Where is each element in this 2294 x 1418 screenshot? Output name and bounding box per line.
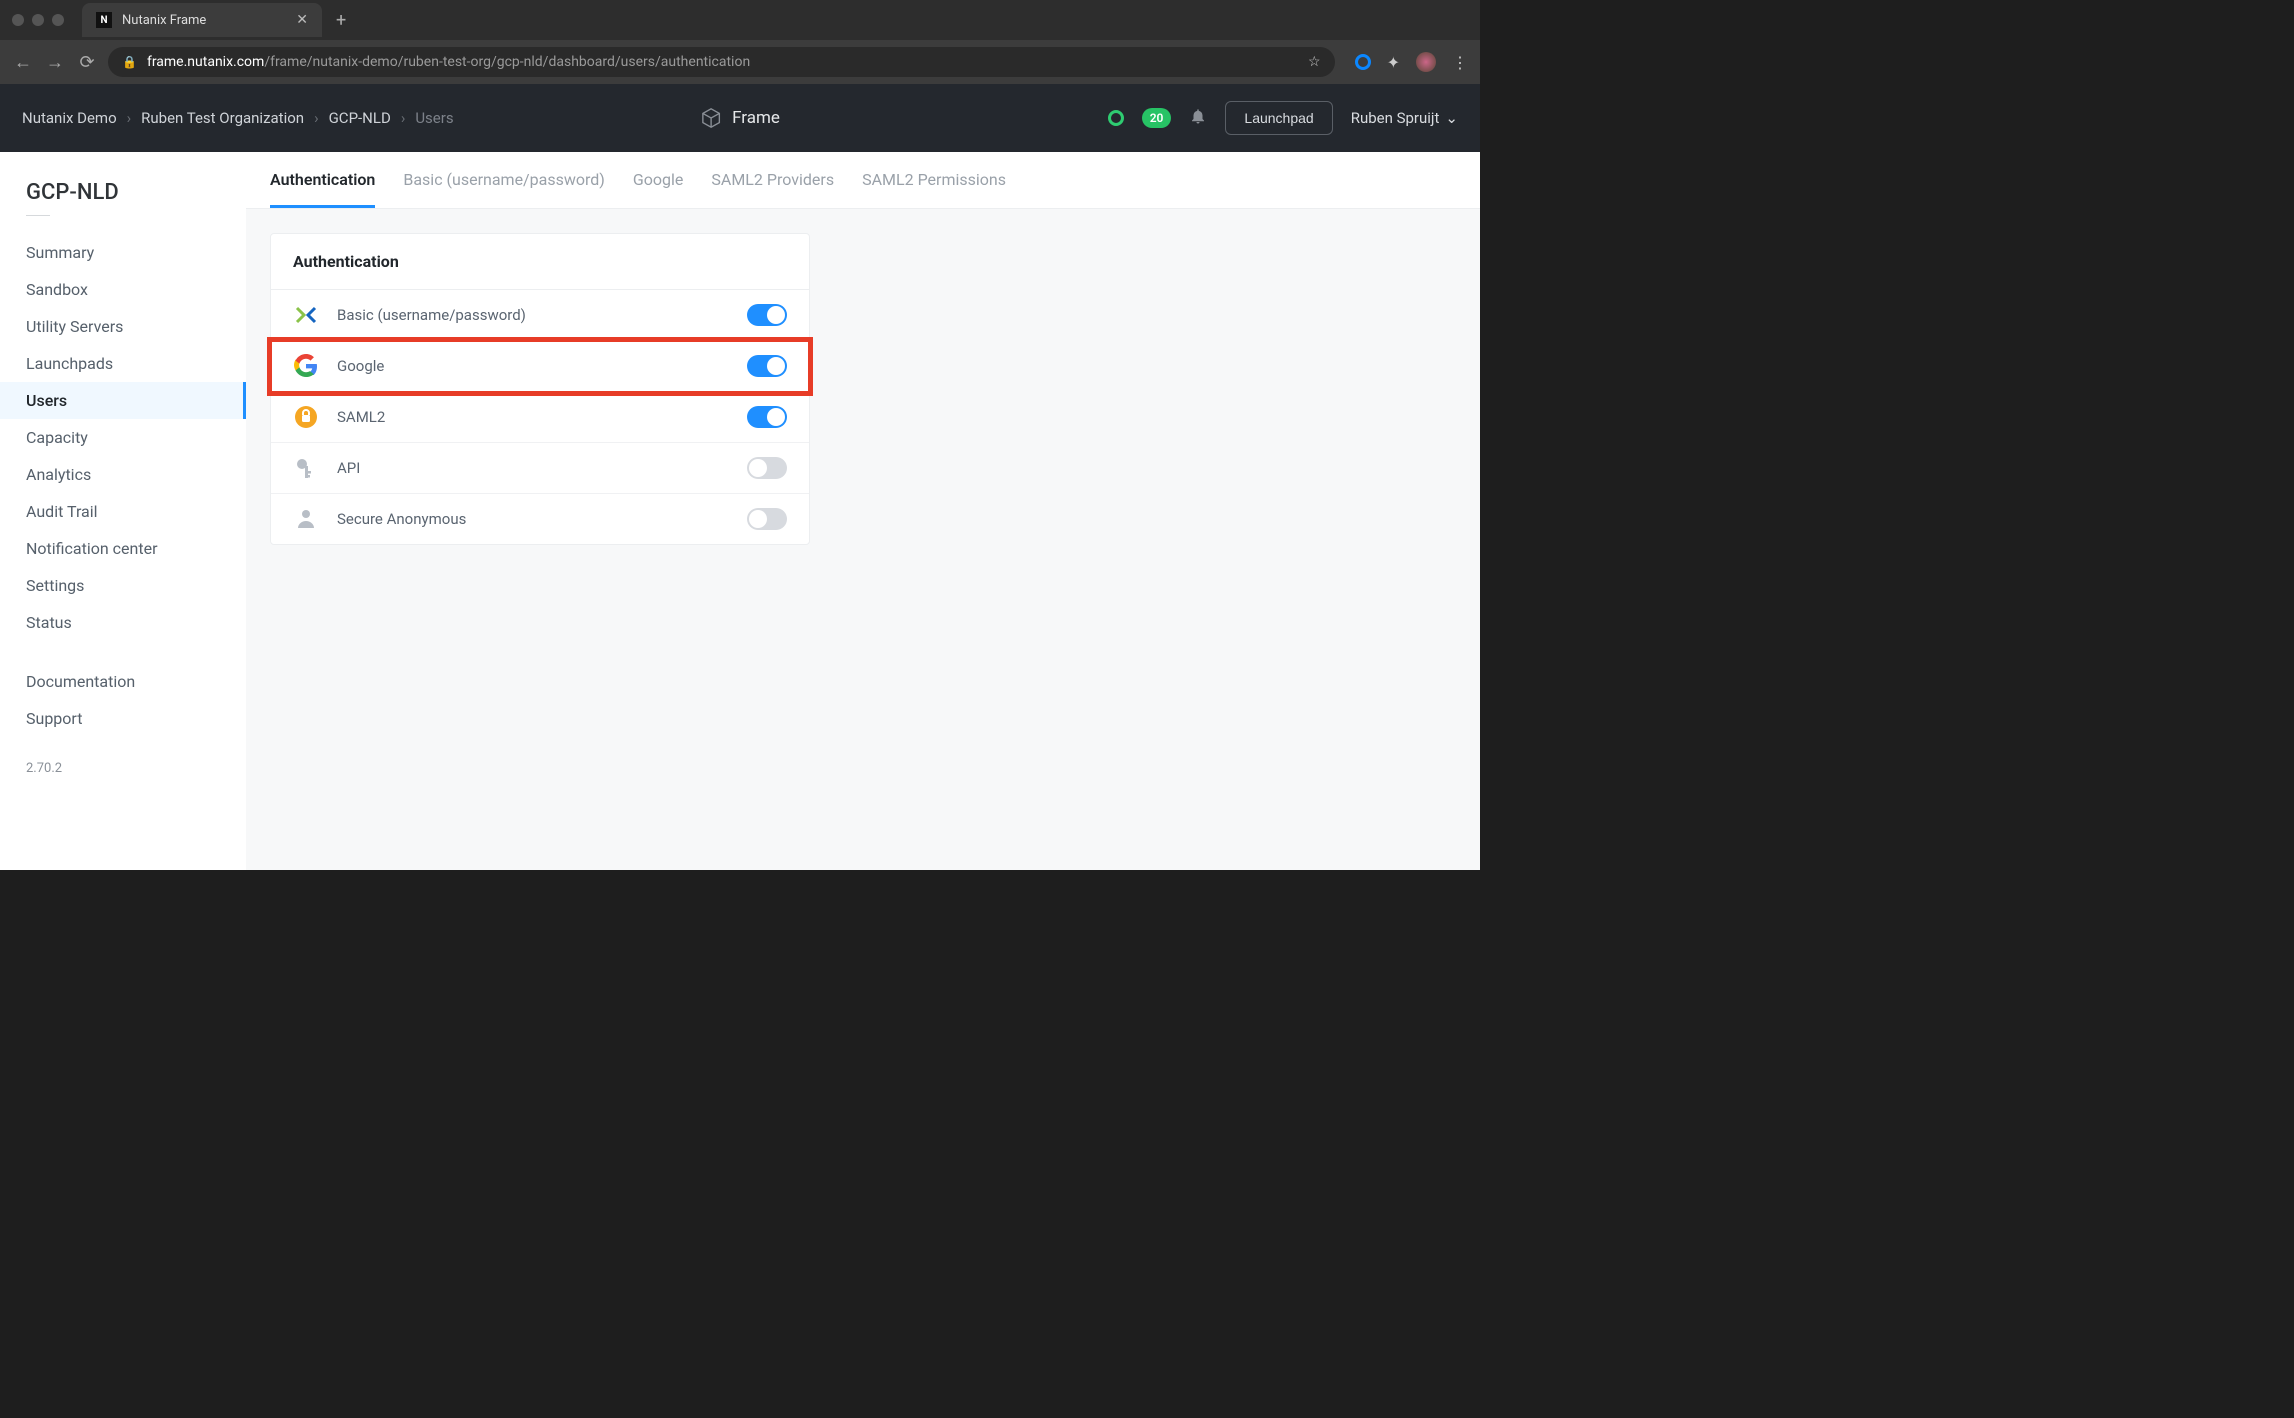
status-ring-icon[interactable] [1108,110,1124,126]
page-title: GCP-NLD [0,180,246,215]
traffic-lights [12,14,64,26]
window-max-dot[interactable] [52,14,64,26]
sidebar-item-analytics[interactable]: Analytics [0,456,246,493]
tabs: Authentication Basic (username/password) G… [246,152,1480,209]
sidebar-item-support[interactable]: Support [0,700,246,737]
crumb-2[interactable]: GCP-NLD [329,109,391,127]
provider-label: API [337,459,729,477]
sidebar-item-launchpads[interactable]: Launchpads [0,345,246,382]
profile-avatar-icon[interactable] [1416,52,1436,72]
sidebar-item-utility-servers[interactable]: Utility Servers [0,308,246,345]
provider-label: Secure Anonymous [337,510,729,528]
back-button[interactable]: ← [12,52,34,73]
sidebar: GCP-NLD SummarySandboxUtility ServersLau… [0,152,246,870]
sidebar-item-status[interactable]: Status [0,604,246,641]
auth-row-secure-anonymous: Secure Anonymous [271,494,809,544]
breadcrumb: Nutanix Demo › Ruben Test Organization ›… [22,109,454,127]
chevron-down-icon: ⌄ [1445,109,1458,127]
tab-google[interactable]: Google [633,170,684,208]
window-close-dot[interactable] [12,14,24,26]
tab-saml2-permissions[interactable]: SAML2 Permissions [862,170,1006,208]
crumb-0[interactable]: Nutanix Demo [22,109,117,127]
close-tab-icon[interactable]: ✕ [296,12,308,28]
window-min-dot[interactable] [32,14,44,26]
sidebar-item-settings[interactable]: Settings [0,567,246,604]
star-icon[interactable]: ☆ [1308,54,1321,70]
tab-basic-username-password-[interactable]: Basic (username/password) [403,170,605,208]
google-icon [293,353,319,379]
sidebar-item-notification-center[interactable]: Notification center [0,530,246,567]
browser-chrome: N Nutanix Frame ✕ + ← → ⟳ 🔒 frame.nutani… [0,0,1480,84]
user-name: Ruben Spruijt [1351,109,1440,127]
tab-saml2-providers[interactable]: SAML2 Providers [711,170,834,208]
url-input[interactable]: 🔒 frame.nutanix.com/frame/nutanix-demo/r… [108,47,1335,77]
tab-title: Nutanix Frame [122,13,206,28]
extension-ring-icon[interactable] [1355,54,1371,70]
sidebar-item-documentation[interactable]: Documentation [0,663,246,700]
crumb-3[interactable]: Users [415,109,453,127]
auth-row-basic-username-password-: Basic (username/password) [271,290,809,341]
card-title: Authentication [271,234,809,290]
auth-row-api: API [271,443,809,494]
url-host: frame.nutanix.com [147,54,264,70]
cube-icon [700,107,722,129]
main-panel: Authentication Basic (username/password) G… [246,152,1480,870]
bell-icon[interactable] [1189,107,1207,130]
auth-row-saml2: SAML2 [271,392,809,443]
brand-label: Frame [732,108,780,128]
toggle-basic-username-password-[interactable] [747,304,787,326]
brand[interactable]: Frame [700,107,780,129]
version-label: 2.70.2 [0,737,246,800]
favicon-icon: N [96,12,112,28]
toggle-secure-anonymous[interactable] [747,508,787,530]
toggle-saml2[interactable] [747,406,787,428]
provider-label: Google [337,357,729,375]
tab-bar: N Nutanix Frame ✕ + [0,0,1480,40]
nutanix-icon [293,302,319,328]
crumb-1[interactable]: Ruben Test Organization [141,109,304,127]
toggle-google[interactable] [747,355,787,377]
auth-row-google: Google [271,341,809,392]
launchpad-button[interactable]: Launchpad [1225,101,1332,135]
url-path: /frame/nutanix-demo/ruben-test-org/gcp-n… [264,54,750,70]
user-menu[interactable]: Ruben Spruijt ⌄ [1351,109,1458,127]
sidebar-item-sandbox[interactable]: Sandbox [0,271,246,308]
user-icon [293,506,319,532]
sidebar-item-users[interactable]: Users [0,382,246,419]
forward-button[interactable]: → [44,52,66,73]
sidebar-item-summary[interactable]: Summary [0,234,246,271]
sidebar-item-capacity[interactable]: Capacity [0,419,246,456]
browser-menu-icon[interactable]: ⋮ [1452,53,1468,72]
sidebar-item-audit-trail[interactable]: Audit Trail [0,493,246,530]
saml-icon [293,404,319,430]
provider-label: SAML2 [337,408,729,426]
browser-tab[interactable]: N Nutanix Frame ✕ [82,3,322,37]
new-tab-button[interactable]: + [336,10,346,31]
lock-icon: 🔒 [122,55,137,69]
toggle-api[interactable] [747,457,787,479]
provider-label: Basic (username/password) [337,306,729,324]
status-badge[interactable]: 20 [1142,108,1172,128]
extensions-icon[interactable]: ✦ [1387,53,1400,72]
address-bar: ← → ⟳ 🔒 frame.nutanix.com/frame/nutanix-… [0,40,1480,84]
key-icon [293,455,319,481]
reload-button[interactable]: ⟳ [76,52,98,73]
content: GCP-NLD SummarySandboxUtility ServersLau… [0,152,1480,870]
tab-authentication[interactable]: Authentication [270,170,375,208]
auth-card: Authentication Basic (username/password)… [270,233,810,545]
app-header: Nutanix Demo › Ruben Test Organization ›… [0,84,1480,152]
